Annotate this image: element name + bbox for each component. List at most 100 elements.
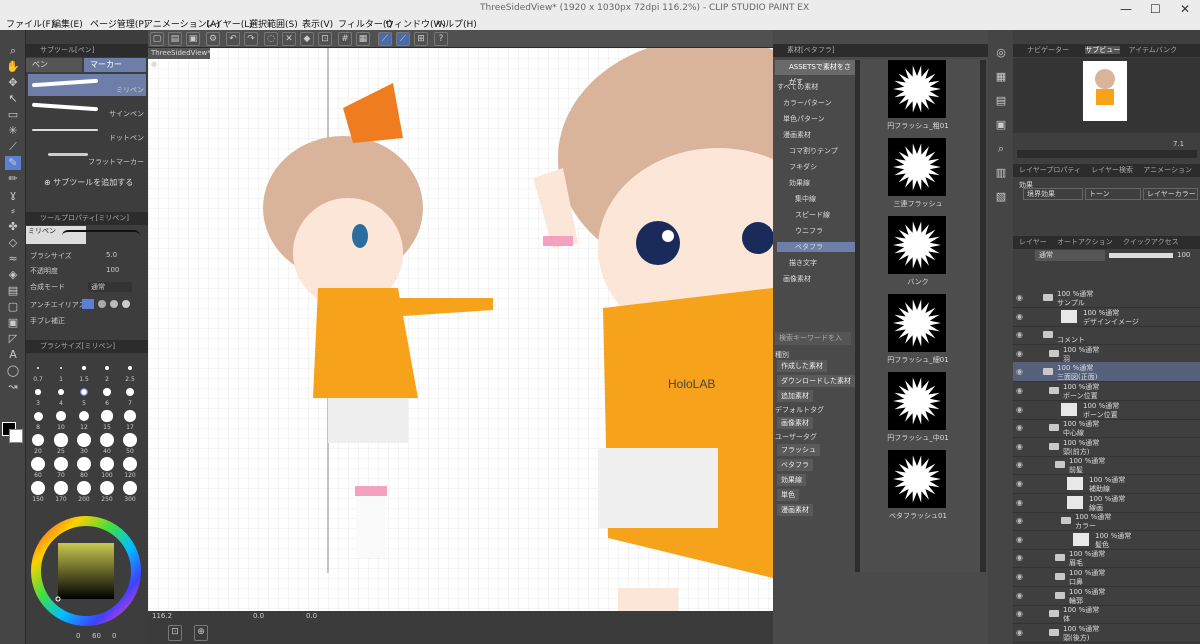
new-icon[interactable]: ▢: [150, 32, 164, 46]
menu-view[interactable]: 表示(V): [302, 17, 333, 30]
layer-row[interactable]: ◉ 100 %通常 補助線: [1013, 474, 1200, 494]
layer-row[interactable]: ◉ 100 %通常 頭(前方): [1013, 437, 1200, 457]
visibility-eye-icon[interactable]: ◉: [1016, 349, 1023, 358]
visibility-eye-icon[interactable]: ◉: [1016, 479, 1023, 488]
settings-icon[interactable]: ⚙: [206, 32, 220, 46]
visibility-eye-icon[interactable]: ◉: [1016, 628, 1023, 637]
layer-opacity-value[interactable]: 100: [1177, 251, 1190, 259]
brush-size-dot[interactable]: [31, 457, 45, 471]
brush-size-dot[interactable]: [125, 387, 135, 397]
minimize-icon[interactable]: —: [1120, 2, 1132, 16]
brush-size-dot[interactable]: [56, 411, 66, 421]
navigator-icon[interactable]: ◎: [993, 46, 1009, 60]
color-value-v[interactable]: 0: [112, 632, 116, 640]
visibility-eye-icon[interactable]: ◉: [1016, 572, 1023, 581]
hand-tool-icon[interactable]: ✋: [5, 60, 21, 74]
brush-size-dot[interactable]: [54, 481, 68, 495]
antialias-medium[interactable]: [110, 300, 118, 308]
brush-size-dot[interactable]: [100, 457, 114, 471]
visibility-eye-icon[interactable]: ◉: [1016, 460, 1023, 469]
ruler-icon[interactable]: ▦: [356, 32, 370, 46]
tab-quickaccess[interactable]: クイックアクセス: [1123, 238, 1179, 246]
tab-animation[interactable]: アニメーション: [1143, 166, 1192, 174]
menu-layer[interactable]: レイヤー(L): [205, 17, 253, 30]
color-value-s[interactable]: 60: [92, 632, 101, 640]
brush-size-dot[interactable]: [124, 410, 136, 422]
snap-special-icon[interactable]: ⟋: [396, 32, 410, 46]
layer-row[interactable]: ◉ 100 %通常 頭(後方): [1013, 623, 1200, 643]
tab-marker[interactable]: マーカー: [84, 58, 146, 72]
airbrush-tool-icon[interactable]: ⸗: [5, 204, 21, 218]
tab-layersearch[interactable]: レイヤー検索: [1091, 166, 1133, 174]
ruler-tool-icon[interactable]: ◸: [5, 332, 21, 346]
visibility-eye-icon[interactable]: ◉: [1016, 330, 1023, 339]
redo-icon[interactable]: ↷: [244, 32, 258, 46]
brush-size-dot[interactable]: [127, 365, 133, 371]
text-tool-icon[interactable]: A: [5, 348, 21, 362]
antialias-strong[interactable]: [122, 300, 130, 308]
brush-size-dot[interactable]: [35, 389, 41, 395]
undo-icon[interactable]: ↶: [226, 32, 240, 46]
layer-row[interactable]: ◉ 100 %通常 サンプル: [1013, 288, 1200, 308]
add-subtool-button[interactable]: ⊕ サブツールを追加する: [44, 177, 133, 188]
color-wheel[interactable]: [30, 515, 142, 627]
material-icon[interactable]: ▦: [993, 70, 1009, 84]
blend-tool-icon[interactable]: ≈: [5, 252, 21, 266]
tab-itembank[interactable]: アイテムバンク: [1128, 46, 1177, 54]
snap-grid-icon[interactable]: ⊞: [414, 32, 428, 46]
layer-row[interactable]: ◉ 100 %通常羽: [1013, 344, 1200, 364]
close-icon[interactable]: ✕: [1180, 2, 1190, 16]
grid-icon[interactable]: #: [338, 32, 352, 46]
sub-color-swatch[interactable]: [9, 429, 23, 443]
brush-size-dot[interactable]: [100, 481, 114, 495]
brush-size-dot[interactable]: [77, 433, 91, 447]
colorset-icon[interactable]: ▥: [993, 166, 1009, 180]
brush-size-dot[interactable]: [123, 481, 137, 495]
layer-row[interactable]: ◉ 100 %通常 髪色: [1013, 530, 1200, 550]
zoom-value[interactable]: 116.2: [152, 612, 172, 620]
tab-layer[interactable]: レイヤー: [1019, 238, 1047, 246]
visibility-eye-icon[interactable]: ◉: [1016, 553, 1023, 562]
color-value-h[interactable]: 0: [76, 632, 80, 640]
brush-size-dot[interactable]: [54, 457, 68, 471]
layer-row[interactable]: ◉ 100 %通常 中心線: [1013, 418, 1200, 439]
layer-row[interactable]: ◉ 100 %通常 眉毛: [1013, 548, 1200, 569]
operation-tool-icon[interactable]: ↖: [5, 92, 21, 106]
brush-size-dot[interactable]: [103, 388, 111, 396]
fill-tool-icon[interactable]: ◈: [5, 268, 21, 282]
brush-size-dot[interactable]: [37, 367, 39, 369]
layer-row[interactable]: ◉ 100 %通常 三面図(正面): [1013, 362, 1200, 383]
visibility-eye-icon[interactable]: ◉: [1016, 312, 1023, 321]
tab-pen[interactable]: ペン: [26, 58, 82, 72]
visibility-eye-icon[interactable]: ◉: [1016, 535, 1023, 544]
brush-size-dot[interactable]: [31, 481, 45, 495]
tab-subview[interactable]: サブビュー: [1085, 46, 1121, 54]
brush-size-dot[interactable]: [31, 433, 45, 447]
tab-layerprop[interactable]: レイヤープロパティ: [1019, 166, 1081, 174]
help-icon[interactable]: ?: [434, 32, 448, 46]
layer-row[interactable]: ◉ 100 %通常 線画: [1013, 493, 1200, 513]
menu-page[interactable]: ページ管理(P): [90, 17, 147, 30]
brush-size-dot[interactable]: [79, 387, 89, 397]
figure-tool-icon[interactable]: ▢: [5, 300, 21, 314]
history-icon[interactable]: ▤: [993, 94, 1009, 108]
brush-size-dot[interactable]: [54, 433, 68, 447]
brush-size-dot[interactable]: [100, 433, 114, 447]
size-value[interactable]: 5.0: [106, 251, 117, 259]
brush-tool-icon[interactable]: ɣ: [5, 188, 21, 202]
save-icon[interactable]: ▣: [186, 32, 200, 46]
tab-navigator[interactable]: ナビゲーター: [1027, 46, 1069, 54]
layer-opacity-slider[interactable]: [1109, 253, 1173, 258]
frame-icon[interactable]: ⊡: [168, 625, 182, 641]
snap-ruler-icon[interactable]: ⟋: [378, 32, 392, 46]
decoration-tool-icon[interactable]: ✤: [5, 220, 21, 234]
brush-size-dot[interactable]: [123, 433, 137, 447]
effect-layercolor-button[interactable]: レイヤーカラー: [1143, 188, 1198, 200]
tab-autoaction[interactable]: オートアクション: [1057, 238, 1113, 246]
layer-row[interactable]: ◉ 100 %通常 輪郭: [1013, 586, 1200, 606]
wand-tool-icon[interactable]: ✳: [5, 124, 21, 138]
brush-item[interactable]: フラットマーカー: [28, 146, 146, 168]
fill-icon[interactable]: ◆: [300, 32, 314, 46]
zoom-tool-icon[interactable]: ⌕: [5, 44, 21, 58]
pen-tool-icon[interactable]: ✎: [5, 156, 21, 170]
